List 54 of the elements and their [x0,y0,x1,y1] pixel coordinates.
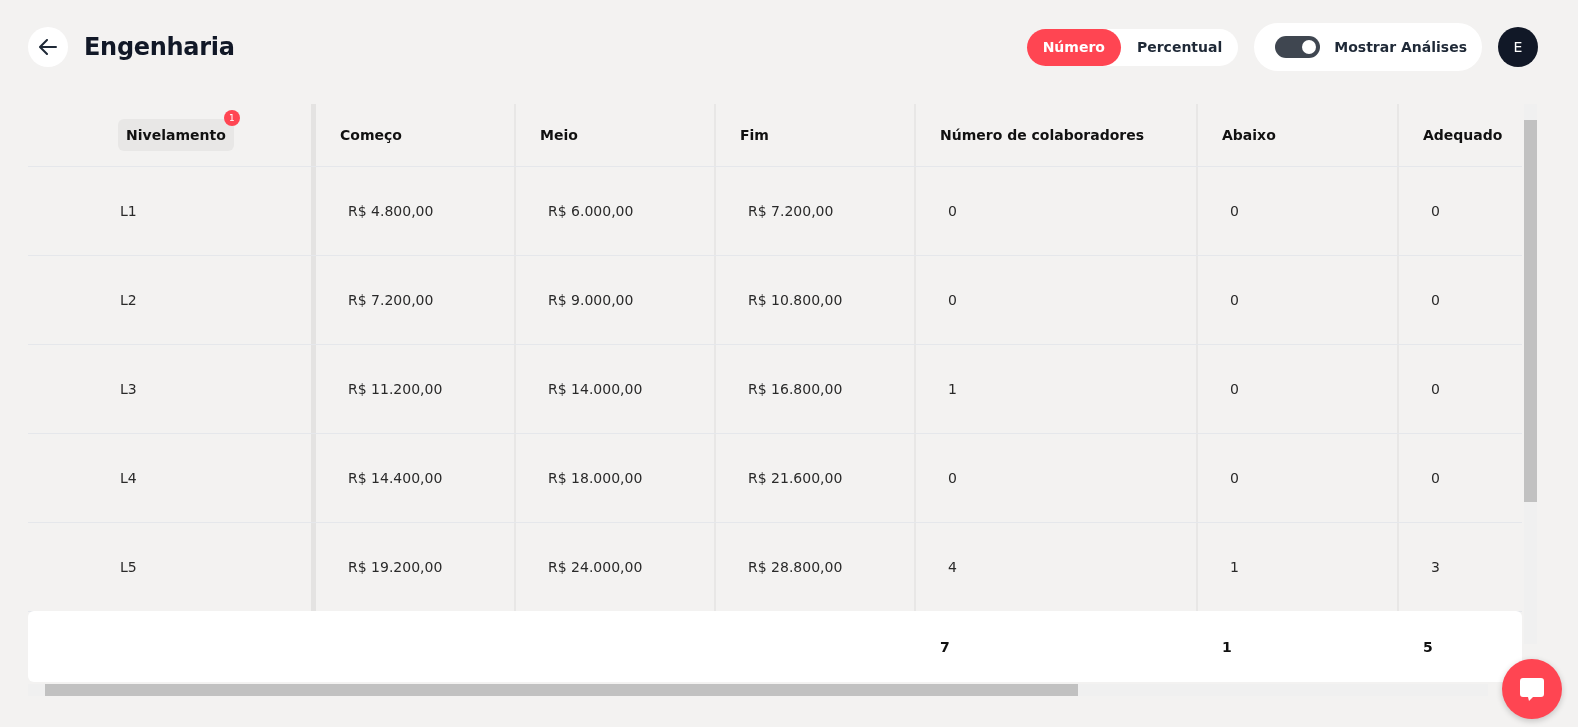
table-cell: L5 [120,559,137,575]
table-cell: L2 [120,292,137,308]
table-cell-text: R$ 11.200,00 [347,381,443,397]
table-cell-text: 0 [1430,470,1440,486]
table-cell-text: R$ 10.800,00 [747,292,843,308]
table-cell-text: 0 [947,470,957,486]
table-cell-text: R$ 16.800,00 [747,381,843,397]
table-cell: L4 [120,470,137,486]
table-cell-text: R$ 14.400,00 [347,470,443,486]
toggle-label: Mostrar Análises [1334,39,1467,55]
table-cell-text: 4 [947,559,957,575]
table-cell-text: R$ 21.600,00 [747,470,843,486]
column-header[interactable]: Fim [740,127,769,143]
column-header[interactable]: Número de colaboradores [940,127,1145,143]
table-cell-text: R$ 28.800,00 [747,559,843,575]
toggle-switch[interactable] [1275,36,1321,58]
back-button[interactable] [28,27,68,67]
table-cell-text: 3 [1430,559,1440,575]
table-cell-text: 0 [1229,203,1239,219]
table-cell-text: 0 [1229,470,1239,486]
count-badge: 1 [223,110,240,126]
table-cell-text: R$ 9.000,00 [547,292,634,308]
table-cell: L3 [120,381,137,397]
table-cell-text: 0 [947,292,957,308]
chat-button[interactable] [1502,659,1562,719]
table-cell-text: R$ 18.000,00 [547,470,643,486]
column-header[interactable]: Abaixo [1222,127,1276,143]
back-arrow-icon [39,39,57,55]
total-value: 1 [1222,639,1232,655]
table-cell-text: 0 [1229,381,1239,397]
table-cell-text: 0 [1229,292,1239,308]
table-cell-text: R$ 7.200,00 [747,203,834,219]
table-cell-text: 0 [1430,203,1440,219]
table-cell-text: 0 [1430,381,1440,397]
table-cell-text: R$ 4.800,00 [347,203,434,219]
table-cell-text: 0 [947,203,957,219]
table-cell-text: R$ 19.200,00 [347,559,443,575]
table-cell-text: R$ 7.200,00 [347,292,434,308]
table-cell: L1 [120,203,137,219]
user-avatar[interactable]: E [1498,27,1538,67]
table-cell-text: 0 [1430,292,1440,308]
total-value: 5 [1423,639,1433,655]
column-header[interactable]: Começo [340,127,402,143]
table-cell-text: 1 [947,381,957,397]
column-header[interactable]: Adequado [1423,127,1503,143]
table-cell-text: 1 [1229,559,1239,575]
column-header[interactable]: Meio [540,127,578,143]
mode-option[interactable]: Percentual [1120,28,1239,66]
table-cell-text: R$ 14.000,00 [547,381,643,397]
page-title: Engenharia [84,33,235,61]
total-value: 7 [940,639,950,655]
chat-bubble-icon [1517,675,1547,703]
table-cell-text: R$ 24.000,00 [547,559,643,575]
table-cell-text: R$ 6.000,00 [547,203,634,219]
